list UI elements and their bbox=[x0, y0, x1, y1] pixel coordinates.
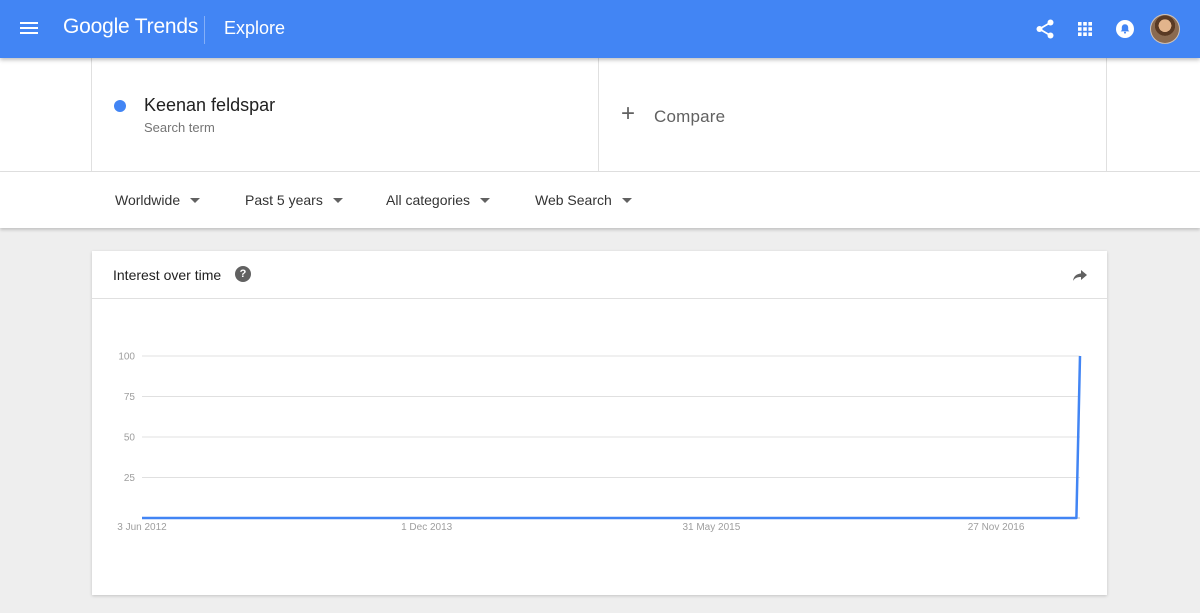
interest-over-time-card: Interest over time ? 100 75 50 25 3 Jun 2012… bbox=[92, 251, 1107, 595]
brand-product: Trends bbox=[134, 15, 199, 38]
filter-region[interactable]: Worldwide bbox=[115, 192, 201, 208]
share-icon[interactable] bbox=[1033, 17, 1057, 41]
term-name: Keenan feldspar bbox=[144, 95, 276, 115]
brand-logo[interactable]: Google Trends bbox=[63, 15, 198, 39]
menu-icon[interactable] bbox=[18, 19, 40, 39]
caret-down-icon bbox=[332, 197, 343, 203]
x-tick-label: 3 Jun 2012 bbox=[117, 522, 167, 533]
search-term-card[interactable]: Keenan feldspar Search term bbox=[91, 58, 599, 172]
interest-chart: 100 75 50 25 3 Jun 2012 1 Dec 2013 31 May 2015… bbox=[92, 299, 1107, 595]
y-tick-label: 50 bbox=[124, 433, 136, 444]
x-tick-label: 27 Nov 2016 bbox=[968, 522, 1025, 533]
filter-search-type[interactable]: Web Search bbox=[535, 192, 632, 208]
help-icon[interactable]: ? bbox=[235, 266, 251, 282]
brand-google: Google bbox=[63, 15, 130, 38]
filters-bar: Worldwide Past 5 years All categories We… bbox=[0, 172, 1200, 228]
x-tick-label: 31 May 2015 bbox=[682, 522, 740, 533]
caret-down-icon bbox=[190, 197, 201, 203]
avatar[interactable] bbox=[1150, 14, 1180, 44]
y-tick-label: 25 bbox=[124, 473, 136, 484]
share-arrow-icon[interactable] bbox=[1071, 266, 1089, 284]
x-tick-label: 1 Dec 2013 bbox=[401, 522, 453, 533]
compare-label: Compare bbox=[654, 107, 726, 126]
plus-icon: + bbox=[621, 100, 636, 127]
filter-search-type-label: Web Search bbox=[535, 192, 612, 208]
app-bar: Google Trends Explore bbox=[0, 0, 1200, 58]
term-color-dot bbox=[114, 100, 126, 112]
notifications-icon[interactable] bbox=[1113, 17, 1137, 41]
apps-icon[interactable] bbox=[1073, 17, 1097, 41]
y-tick-label: 100 bbox=[118, 352, 135, 363]
explore-tab[interactable]: Explore bbox=[224, 18, 285, 39]
term-type: Search term bbox=[144, 120, 215, 135]
compare-button[interactable]: + Compare bbox=[599, 58, 1107, 172]
filter-category[interactable]: All categories bbox=[386, 192, 491, 208]
filter-time-range[interactable]: Past 5 years bbox=[245, 192, 343, 208]
card-title: Interest over time bbox=[113, 267, 222, 283]
caret-down-icon bbox=[480, 197, 491, 203]
card-header: Interest over time ? bbox=[92, 251, 1107, 299]
filter-region-label: Worldwide bbox=[115, 192, 181, 208]
y-tick-label: 75 bbox=[124, 392, 136, 403]
caret-down-icon bbox=[621, 197, 632, 203]
line-chart: 100 75 50 25 3 Jun 2012 1 Dec 2013 31 May 2015… bbox=[117, 352, 1082, 533]
appbar-divider bbox=[204, 16, 205, 44]
filter-time-range-label: Past 5 years bbox=[245, 192, 323, 208]
filter-category-label: All categories bbox=[386, 192, 471, 208]
search-terms-bar: Keenan feldspar Search term + Compare bbox=[0, 58, 1200, 172]
